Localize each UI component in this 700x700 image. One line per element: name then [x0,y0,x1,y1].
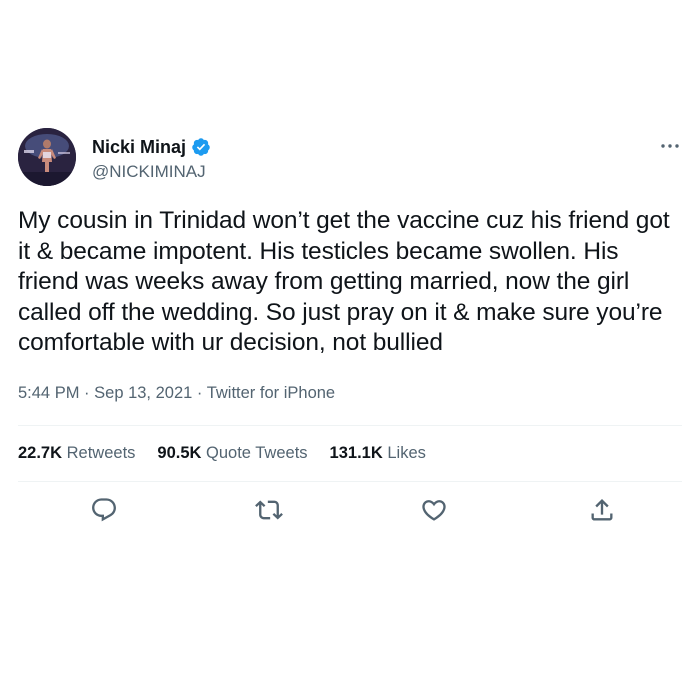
tweet-date[interactable]: Sep 13, 2021 [94,384,192,402]
name-row: Nicki Minaj [92,136,211,158]
tweet-source[interactable]: Twitter for iPhone [207,384,335,402]
retweets-label: Retweets [66,443,136,462]
retweets-stat[interactable]: 22.7K Retweets [18,443,135,463]
quote-tweets-stat[interactable]: 90.5K Quote Tweets [157,443,307,463]
quotes-label: Quote Tweets [206,443,308,462]
meta-separator: · [196,383,203,402]
tweet-actions [18,482,682,544]
retweets-count: 22.7K [18,443,63,462]
likes-stat[interactable]: 131.1K Likes [330,443,426,463]
avatar[interactable] [18,128,76,186]
like-button[interactable] [420,496,448,524]
avatar-image [18,128,76,186]
tweet-stats: 22.7K Retweets 90.5K Quote Tweets 131.1K… [18,426,682,481]
tweet-time[interactable]: 5:44 PM [18,384,79,402]
retweet-icon [255,500,283,519]
share-icon [591,498,613,520]
likes-label: Likes [387,443,426,462]
tweet-text: My cousin in Trinidad won’t get the vacc… [18,207,677,356]
retweet-button[interactable] [255,496,283,524]
display-name[interactable]: Nicki Minaj [92,136,186,158]
user-handle[interactable]: @NICKIMINAJ [92,161,211,183]
heart-icon [422,499,446,521]
tweet-header: Nicki Minaj @NICKIMINAJ [18,128,682,192]
share-button[interactable] [588,496,616,524]
quotes-count: 90.5K [157,443,202,462]
tweet-meta: 5:44 PM · Sep 13, 2021 · Twitter for iPh… [18,383,682,403]
more-options-icon[interactable] [658,136,682,156]
reply-icon [92,497,116,521]
tweet-card: Nicki Minaj @NICKIMINAJ My cousin in Tri… [18,128,682,544]
meta-separator: · [84,383,90,402]
user-names: Nicki Minaj @NICKIMINAJ [92,136,211,183]
likes-count: 131.1K [329,443,383,462]
reply-button[interactable] [90,496,118,524]
verified-badge-icon [191,137,211,157]
